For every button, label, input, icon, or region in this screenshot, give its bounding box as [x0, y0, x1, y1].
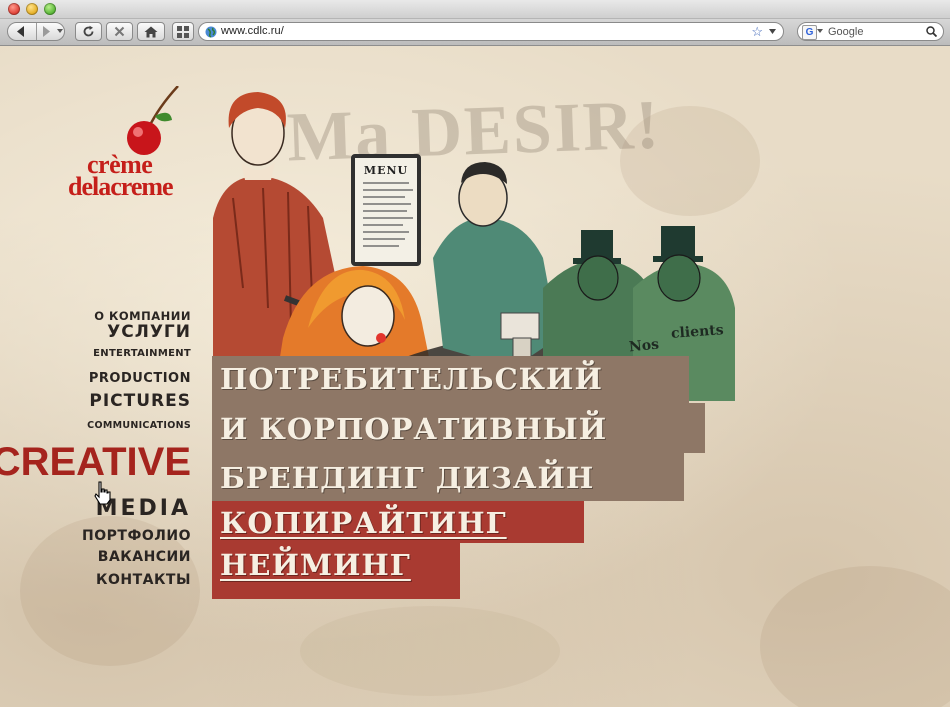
nav-item-contacts[interactable]: КОНТАКТЫ [96, 572, 191, 588]
browser-window: www.cdlc.ru/ ☆ G Google crème delacreme [0, 0, 950, 707]
google-icon[interactable]: G [802, 25, 817, 40]
nav-item-pictures[interactable]: PICTURES [89, 391, 191, 411]
browser-toolbar: www.cdlc.ru/ ☆ G Google [0, 19, 950, 46]
nav-item-production[interactable]: PRODUCTION [89, 371, 191, 386]
home-button[interactable] [137, 22, 165, 41]
search-icon[interactable] [926, 26, 937, 37]
hero-illustration: Ma DESIR! MENU Nos clients [213, 88, 735, 401]
address-bar[interactable]: www.cdlc.ru/ ☆ [198, 22, 784, 41]
grid-icon [177, 25, 189, 38]
headline-link-copywriting[interactable]: КОПИРАЙТИНГ [212, 501, 584, 543]
nav-item-services[interactable]: УСЛУГИ [107, 322, 191, 342]
zoom-window-button[interactable] [44, 3, 56, 15]
headline-line-corporate: И КОРПОРАТИВНЫЙ [212, 403, 705, 453]
toulouse-lautrec-style-artwork [213, 92, 735, 401]
hand-cursor-icon [94, 481, 111, 505]
back-forward-control[interactable] [7, 22, 65, 41]
nav-item-portfolio[interactable]: ПОРТФОЛИО [82, 528, 191, 544]
nav-item-creative[interactable]: CREATIVE [0, 440, 191, 485]
nav-item-communications[interactable]: COMMUNICATIONS [87, 420, 191, 431]
top-sites-button[interactable] [172, 22, 194, 41]
chevron-down-icon[interactable] [817, 29, 823, 33]
forward-arrow-icon[interactable] [41, 25, 53, 38]
home-icon [144, 26, 158, 37]
search-placeholder[interactable]: Google [828, 26, 863, 38]
headline-line-branding: БРЕНДИНГ ДИЗАЙН [212, 453, 684, 501]
window-titlebar [0, 0, 950, 19]
chevron-down-icon[interactable] [769, 29, 776, 34]
headline-link-naming[interactable]: НЕЙМИНГ [212, 543, 460, 599]
menu-board-title: MENU [363, 164, 409, 177]
main-navigation: О КОМПАНИИ УСЛУГИ ENTERTAINMENT PRODUCTI… [0, 46, 191, 707]
bookmark-star-icon[interactable]: ☆ [751, 24, 763, 40]
stop-icon [114, 26, 125, 37]
stop-button[interactable] [106, 22, 133, 41]
nav-item-about[interactable]: О КОМПАНИИ [94, 309, 191, 323]
close-window-button[interactable] [8, 3, 20, 15]
back-arrow-icon[interactable] [14, 25, 28, 38]
headline-line-consumer: ПОТРЕБИТЕЛЬСКИЙ [212, 356, 689, 403]
menu-board: MENU [351, 154, 421, 266]
search-field[interactable]: G Google [797, 22, 944, 41]
web-page: crème delacreme О КОМПАНИИ УСЛУГИ ENTERT… [0, 46, 950, 707]
nav-item-entertainment[interactable]: ENTERTAINMENT [93, 348, 191, 359]
url-text[interactable]: www.cdlc.ru/ [221, 25, 284, 37]
chevron-down-icon[interactable] [57, 29, 63, 33]
nav-item-vacancies[interactable]: ВАКАНСИИ [98, 549, 191, 565]
reload-button[interactable] [75, 22, 102, 41]
minimize-window-button[interactable] [26, 3, 38, 15]
reload-icon [83, 25, 94, 37]
globe-icon [205, 26, 217, 38]
nos-label: Nos [628, 336, 660, 356]
